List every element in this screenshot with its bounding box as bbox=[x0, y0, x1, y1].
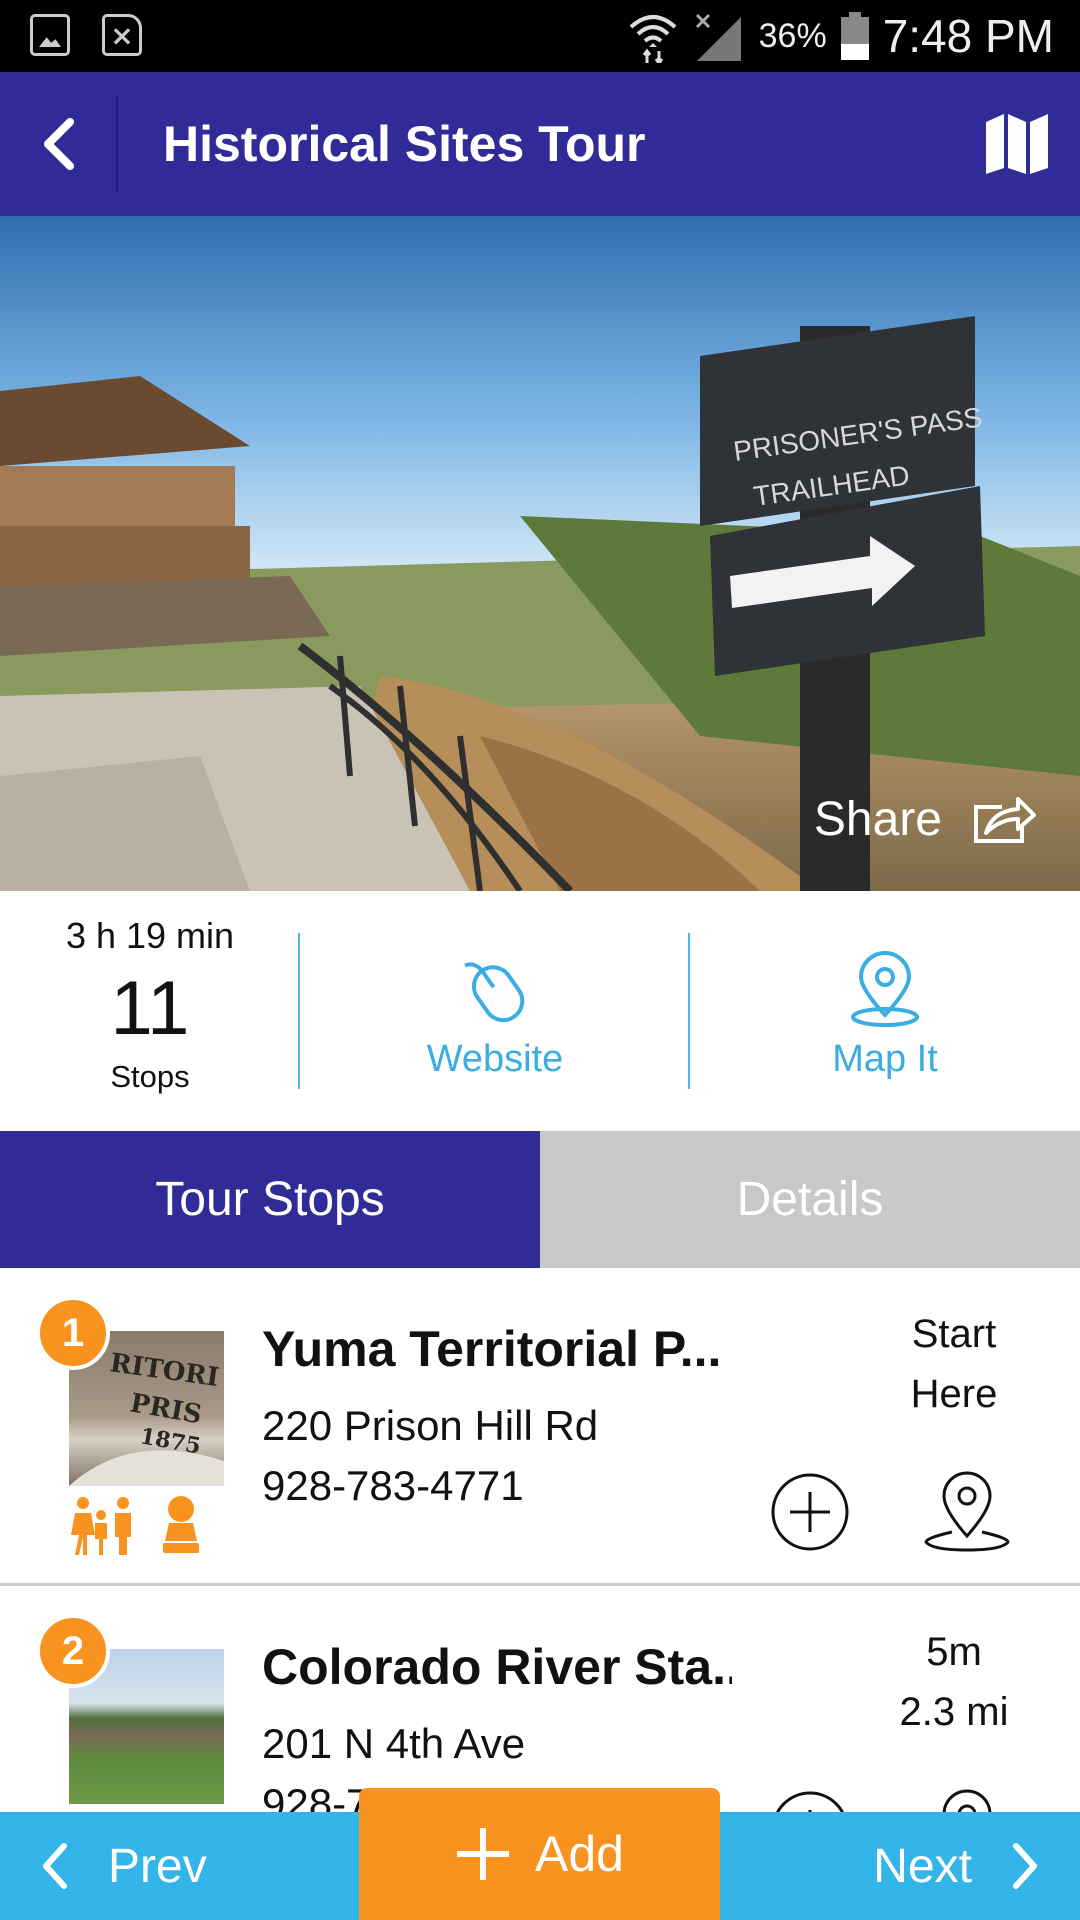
stop-address: 220 Prison Hill Rd bbox=[262, 1402, 599, 1449]
stop-name: Yuma Territorial P... bbox=[262, 1321, 722, 1377]
stop-name: Colorado River Sta.. bbox=[262, 1639, 732, 1695]
share-button[interactable]: Share bbox=[814, 792, 1036, 847]
add-button[interactable]: Add bbox=[359, 1788, 720, 1920]
tab-bar: Tour Stops Details bbox=[0, 1131, 1080, 1268]
list-item[interactable]: 2 Colorado River Sta.. 201 N 4th Ave 928… bbox=[0, 1586, 1080, 1812]
tour-summary: 3 h 19 min 11 Stops Website Map It bbox=[0, 891, 1080, 1131]
back-button[interactable] bbox=[0, 72, 116, 216]
notification-icons bbox=[30, 14, 142, 56]
share-label: Share bbox=[813, 793, 942, 846]
battery-percent: 36% bbox=[758, 16, 827, 55]
tour-stops-list[interactable]: RITORI PRIS 1875 1 Yuma Territorial P...… bbox=[0, 1268, 1080, 1812]
wifi-icon bbox=[629, 15, 676, 63]
stops-count: 11 bbox=[110, 966, 190, 1051]
add-label: Add bbox=[535, 1826, 624, 1882]
tab-details[interactable]: Details bbox=[540, 1131, 1080, 1268]
summary-divider bbox=[298, 933, 300, 1089]
stop-meta-line1: Start bbox=[911, 1312, 997, 1356]
website-label: Website bbox=[426, 1038, 564, 1080]
stop-phone[interactable]: 928-783-4771 bbox=[262, 1462, 524, 1510]
stop-meta-line2: Here bbox=[910, 1372, 998, 1416]
page-title: Historical Sites Tour bbox=[163, 116, 646, 172]
share-arrow-icon bbox=[974, 796, 1036, 843]
app-bar-divider bbox=[116, 96, 118, 192]
mouse-icon bbox=[464, 962, 525, 1023]
stop-number-badge: 1 bbox=[36, 1296, 110, 1370]
map-pin-icon[interactable] bbox=[922, 1786, 1012, 1812]
no-signal-icon bbox=[695, 13, 741, 61]
chevron-left-icon bbox=[43, 1843, 67, 1889]
stop-meta-line1: 5m bbox=[926, 1630, 982, 1674]
stops-label: Stops bbox=[110, 1059, 190, 1094]
map-pin-icon[interactable] bbox=[922, 1468, 1012, 1552]
stop-meta: Start Here bbox=[870, 1304, 1038, 1424]
family-icon bbox=[71, 1496, 199, 1555]
svg-text:RITORI: RITORI bbox=[108, 1348, 221, 1393]
summary-divider bbox=[688, 933, 690, 1089]
stop-meta: 5m 2.3 mi bbox=[870, 1622, 1038, 1742]
add-stop-icon[interactable] bbox=[770, 1790, 850, 1812]
image-icon bbox=[30, 14, 70, 56]
map-it-button[interactable]: Map It bbox=[735, 951, 1035, 1081]
svg-text:PRIS: PRIS bbox=[128, 1388, 204, 1430]
status-indicators: 36% 7:48 PM bbox=[627, 0, 1054, 72]
tab-tour-stops[interactable]: Tour Stops bbox=[0, 1131, 540, 1268]
stop-meta-line2: 2.3 mi bbox=[899, 1690, 1009, 1734]
historic-bust-icon bbox=[163, 1496, 199, 1553]
prev-label: Prev bbox=[108, 1839, 207, 1893]
app-bar: Historical Sites Tour bbox=[0, 72, 1080, 216]
hero-image: PRISONER'S PASS TRAILHEAD Share bbox=[0, 216, 1080, 891]
stop-number-badge: 2 bbox=[36, 1614, 110, 1688]
stop-phone[interactable]: 928-7 bbox=[262, 1780, 369, 1812]
document-x-icon bbox=[102, 14, 142, 56]
clock: 7:48 PM bbox=[882, 10, 1054, 62]
chevron-right-icon bbox=[1013, 1843, 1037, 1889]
battery-icon bbox=[840, 12, 869, 60]
website-button[interactable]: Website bbox=[345, 951, 645, 1081]
add-stop-icon[interactable] bbox=[770, 1472, 850, 1552]
status-bar: 36% 7:48 PM bbox=[0, 0, 1080, 72]
next-button[interactable]: Next bbox=[720, 1812, 1080, 1920]
hero-scene: PRISONER'S PASS TRAILHEAD bbox=[0, 316, 1080, 891]
map-it-label: Map It bbox=[832, 1038, 938, 1080]
tour-duration: 3 h 19 min bbox=[65, 915, 235, 956]
list-item[interactable]: RITORI PRIS 1875 1 Yuma Territorial P...… bbox=[0, 1268, 1080, 1586]
stop-address: 201 N 4th Ave bbox=[262, 1720, 526, 1767]
next-label: Next bbox=[873, 1839, 972, 1893]
prev-button[interactable]: Prev bbox=[0, 1812, 358, 1920]
location-pin-icon bbox=[851, 951, 919, 1027]
folded-map-icon[interactable] bbox=[984, 112, 1050, 176]
chevron-left-icon bbox=[44, 118, 74, 170]
plus-icon bbox=[457, 1828, 510, 1880]
